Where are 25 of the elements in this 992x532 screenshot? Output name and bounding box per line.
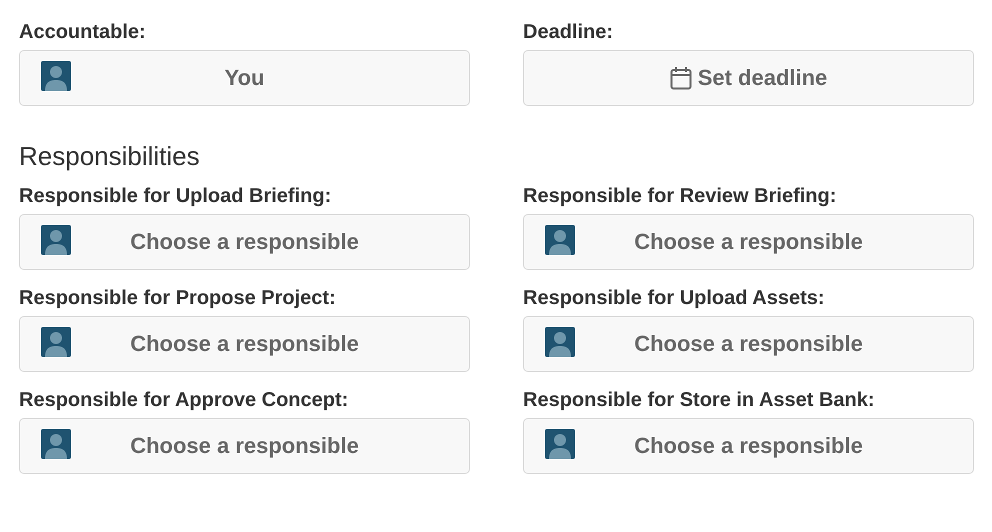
field-label: Responsible for Propose Project: [19,286,336,310]
picker-button[interactable]: You [19,50,470,106]
picker-button[interactable]: Choose a responsible [19,214,470,270]
field-label: Accountable: [19,20,146,44]
avatar-icon [545,327,575,357]
avatar-icon [41,225,71,255]
avatar-icon [545,429,575,459]
picker-button[interactable]: Choose a responsible [19,316,470,372]
avatar-icon [41,429,71,459]
field-label: Responsible for Store in Asset Bank: [523,388,875,412]
avatar-icon [41,327,71,357]
picker-button[interactable]: Set deadline [523,50,974,106]
picker-button[interactable]: Choose a responsible [523,316,974,372]
picker-button[interactable]: Choose a responsible [523,418,974,474]
section-heading: Responsibilities [19,140,200,172]
avatar-icon [41,61,71,91]
field-label: Responsible for Review Briefing: [523,184,836,208]
avatar-icon [545,225,575,255]
picker-button[interactable]: Choose a responsible [19,418,470,474]
field-label: Responsible for Approve Concept: [19,388,348,412]
picker-button[interactable]: Choose a responsible [523,214,974,270]
field-label: Responsible for Upload Assets: [523,286,825,310]
field-label: Responsible for Upload Briefing: [19,184,332,208]
field-label: Deadline: [523,20,614,44]
calendar-icon [670,66,692,90]
